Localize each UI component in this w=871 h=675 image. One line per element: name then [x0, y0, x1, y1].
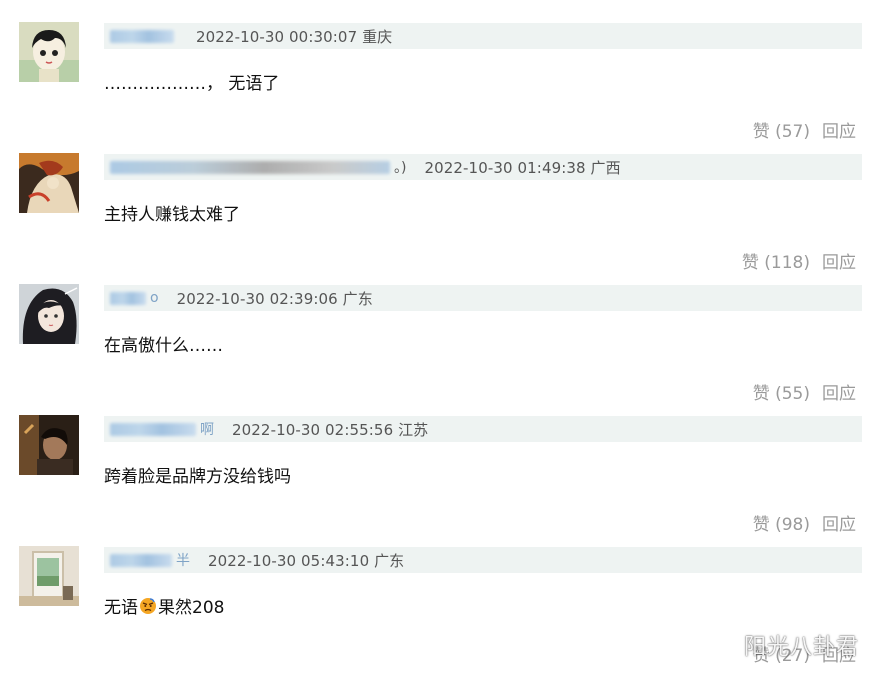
comment-actions: 赞 (55) 回应: [753, 379, 856, 404]
username-blurred[interactable]: [110, 29, 174, 43]
comment-text-before: 无语: [104, 598, 138, 618]
comment-item: 啊 2022-10-30 02:55:56 江苏 跨着脸是品牌方没给钱吗 赞 (…: [0, 415, 871, 546]
comment-item: 2022-10-30 00:30:07 重庆 ………………， 无语了 赞 (57…: [0, 22, 871, 153]
like-button[interactable]: 赞 (98): [753, 510, 810, 535]
avatar[interactable]: [19, 153, 79, 213]
comment-text: 在高傲什么……: [104, 336, 223, 356]
like-button[interactable]: 赞 (55): [753, 379, 810, 404]
comment-text: 无语 果然208: [104, 593, 224, 618]
username-blurred[interactable]: [110, 422, 196, 436]
comment-meta: 2022-10-30 05:43:10 广东: [208, 551, 405, 570]
comment-header: 。) 2022-10-30 01:49:38 广西: [104, 154, 862, 180]
comment-meta: 2022-10-30 00:30:07 重庆: [196, 27, 393, 46]
reply-button[interactable]: 回应: [822, 379, 856, 404]
avatar[interactable]: [19, 22, 79, 82]
like-button[interactable]: 赞 (57): [753, 117, 810, 142]
angry-face-icon: [139, 597, 157, 615]
username-blurred[interactable]: [110, 160, 390, 174]
comment-actions: 赞 (57) 回应: [753, 117, 856, 142]
comment-text-after: 果然208: [158, 598, 225, 618]
reply-button[interactable]: 回应: [822, 510, 856, 535]
avatar[interactable]: [19, 546, 79, 606]
comment-item: o 2022-10-30 02:39:06 广东 在高傲什么…… 赞 (55) …: [0, 284, 871, 415]
avatar[interactable]: [19, 415, 79, 475]
reply-button[interactable]: 回应: [822, 117, 856, 142]
username-suffix: o: [150, 290, 159, 306]
comment-header: 半 2022-10-30 05:43:10 广东: [104, 547, 862, 573]
username-suffix: 。): [394, 160, 407, 176]
comment-item: 。) 2022-10-30 01:49:38 广西 主持人赚钱太难了 赞 (11…: [0, 153, 871, 284]
username-suffix: 半: [176, 553, 190, 569]
comment-actions: 赞 (98) 回应: [753, 510, 856, 535]
avatar[interactable]: [19, 284, 79, 344]
username-blurred[interactable]: [110, 553, 172, 567]
comment-actions: 赞 (118) 回应: [742, 248, 856, 273]
username-blurred[interactable]: [110, 291, 146, 305]
comment-meta: 2022-10-30 02:55:56 江苏: [232, 420, 429, 439]
comment-text: ………………， 无语了: [104, 74, 280, 94]
comment-text: 主持人赚钱太难了: [104, 205, 240, 225]
comment-item: 半 2022-10-30 05:43:10 广东 无语 果然208 赞 (27)…: [0, 546, 871, 675]
comment-header: o 2022-10-30 02:39:06 广东: [104, 285, 862, 311]
username-suffix: 啊: [200, 422, 214, 438]
comment-header: 2022-10-30 00:30:07 重庆: [104, 23, 862, 49]
reply-button[interactable]: 回应: [822, 248, 856, 273]
comment-meta: 2022-10-30 02:39:06 广东: [176, 289, 373, 308]
comment-header: 啊 2022-10-30 02:55:56 江苏: [104, 416, 862, 442]
like-button[interactable]: 赞 (118): [742, 248, 810, 273]
comment-meta: 2022-10-30 01:49:38 广西: [424, 158, 621, 177]
comment-text: 跨着脸是品牌方没给钱吗: [104, 467, 291, 487]
watermark: 阳光八卦君: [743, 635, 859, 660]
